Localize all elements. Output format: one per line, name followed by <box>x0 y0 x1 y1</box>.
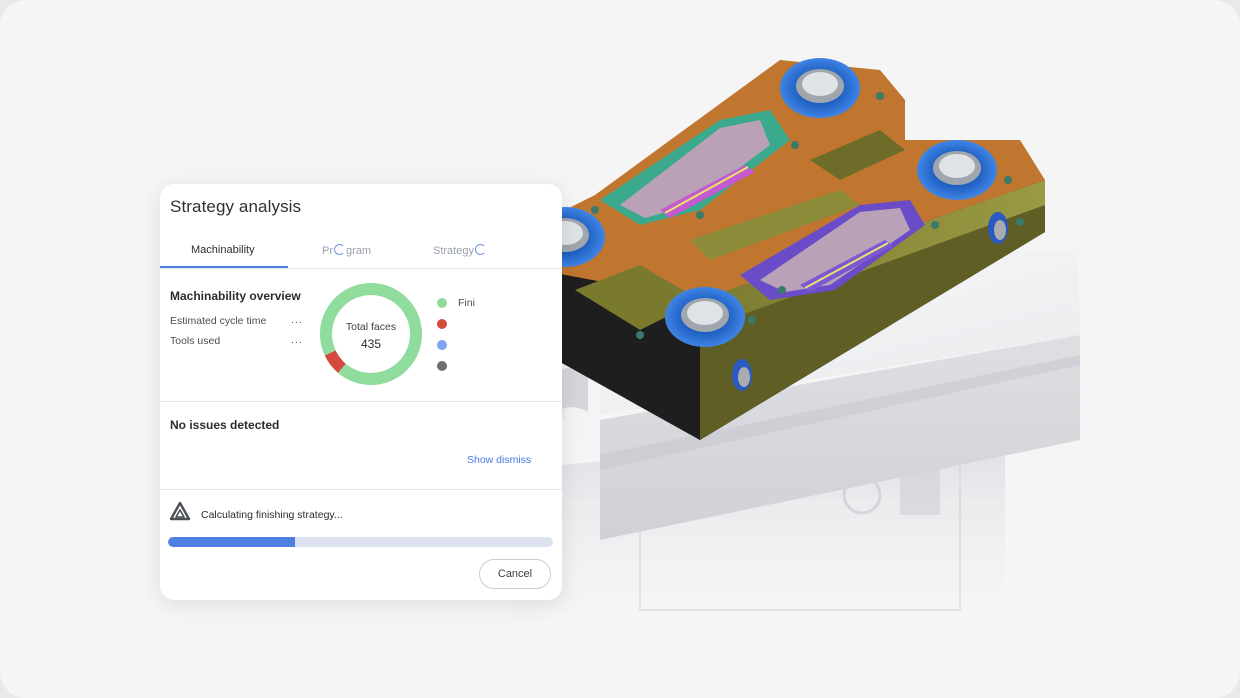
machinability-overview-title: Machinability overview <box>170 289 301 303</box>
progress-bar <box>168 537 553 547</box>
cancel-button[interactable]: Cancel <box>479 559 551 589</box>
show-dismissed-link[interactable]: Show dismiss <box>467 454 531 466</box>
tab-program-label-start: Pr <box>322 245 333 257</box>
donut-segments <box>320 283 422 385</box>
estimated-cycle-time-value: ... <box>291 314 303 326</box>
section-divider <box>160 401 562 402</box>
strategy-analysis-panel: Strategy analysis Machinability Pr gram S… <box>160 184 562 600</box>
tab-strategy-label: Strategy <box>433 245 474 257</box>
legend-dot-4 <box>437 361 447 371</box>
tools-used-value: ... <box>291 334 303 346</box>
legend-dot-finishing <box>437 298 447 308</box>
loading-spinner-icon <box>334 244 345 255</box>
tab-machinability[interactable]: Machinability <box>191 244 255 256</box>
hero-frame: Strategy analysis Machinability Pr gram S… <box>0 0 1240 698</box>
estimated-cycle-time-label: Estimated cycle time <box>170 315 267 327</box>
issues-title: No issues detected <box>170 418 280 432</box>
tab-program-label-end: gram <box>346 245 372 257</box>
donut-segment-0 <box>320 283 422 385</box>
panel-title: Strategy analysis <box>170 197 302 216</box>
donut-segment-1 <box>320 283 422 385</box>
donut-center-value: 435 <box>360 337 382 351</box>
donut-center-label: Total faces <box>345 321 397 333</box>
legend-label-finishing: Fini <box>458 297 475 309</box>
status-message: Calculating finishing strategy... <box>201 509 343 521</box>
tab-strategy[interactable]: Strategy <box>433 244 487 257</box>
active-tab-indicator <box>160 266 288 268</box>
tab-bar: Machinability Pr gram Strategy <box>160 240 562 269</box>
legend-dot-3 <box>437 340 447 350</box>
autodesk-fusion-logo-icon <box>169 501 191 521</box>
tab-program[interactable]: Pr gram <box>322 244 371 257</box>
tools-used-label: Tools used <box>170 335 221 347</box>
legend-dot-2 <box>437 319 447 329</box>
total-faces-donut-chart <box>320 283 422 385</box>
progress-bar-fill <box>168 537 296 547</box>
loading-spinner-icon <box>474 244 486 255</box>
section-divider <box>160 489 562 490</box>
